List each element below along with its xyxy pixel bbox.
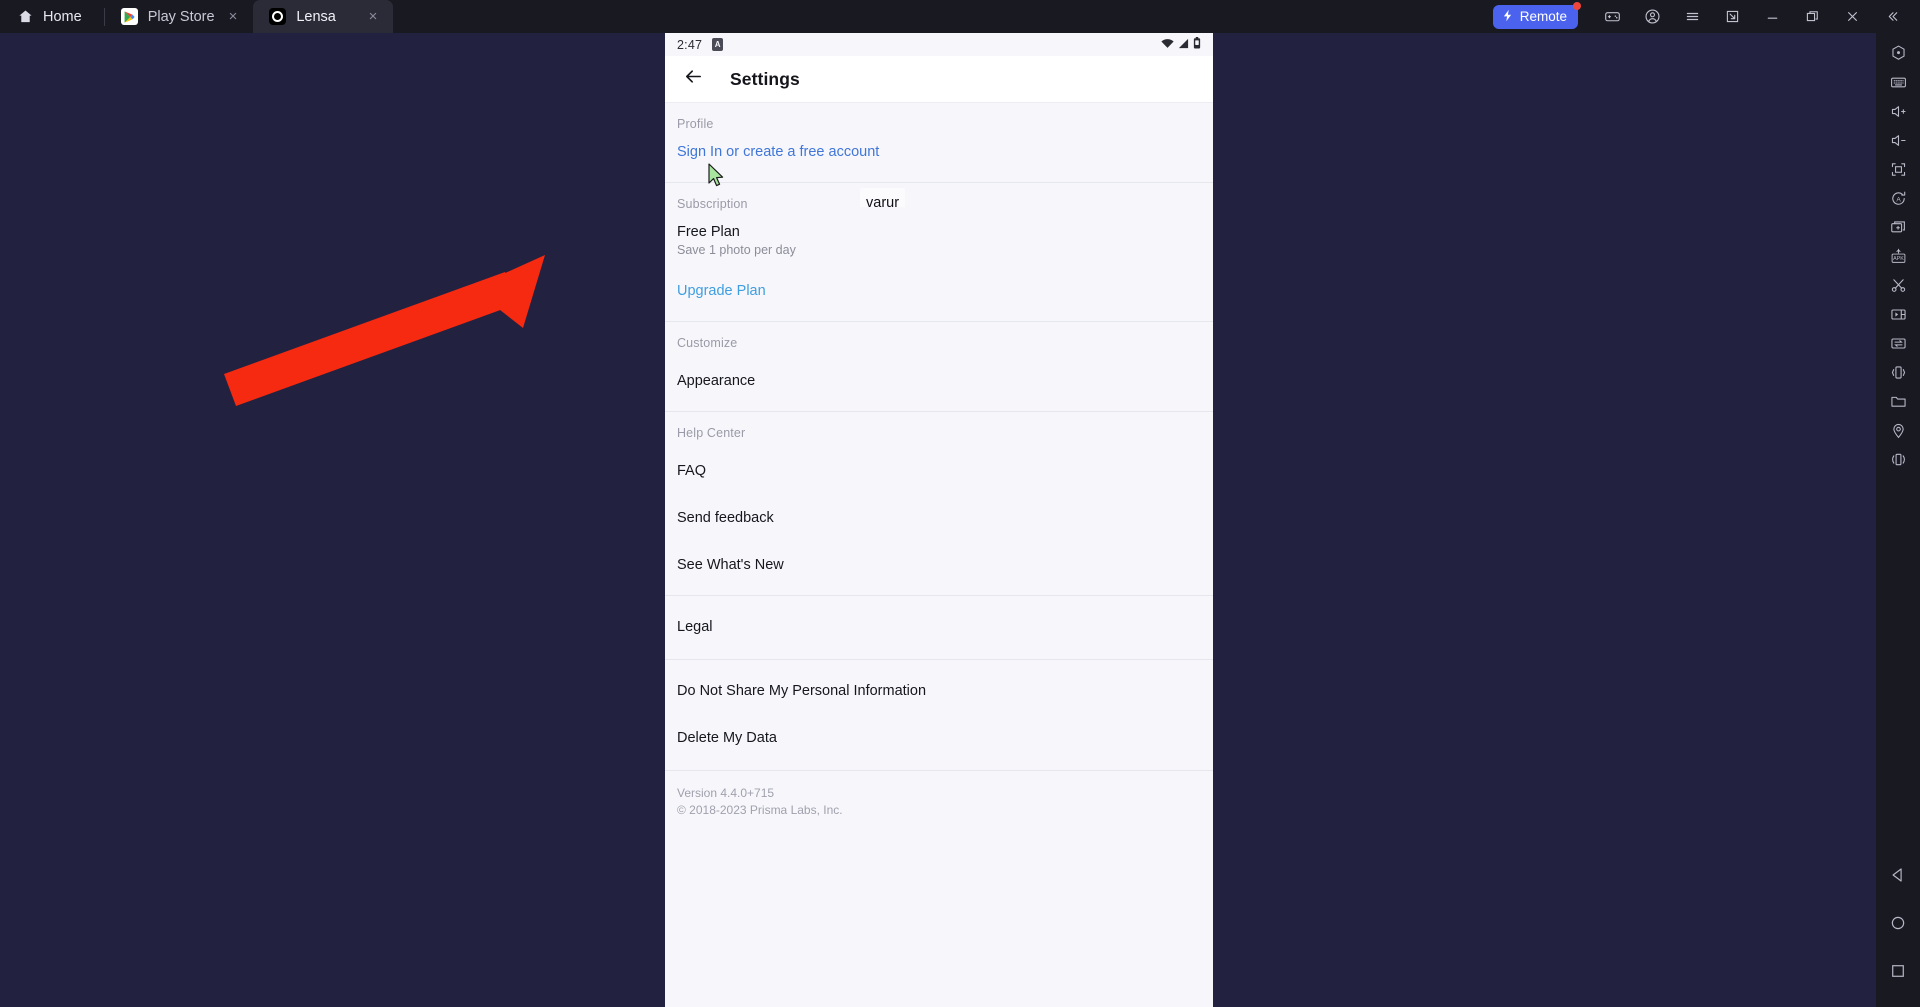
rotate-device-icon[interactable]: [1876, 445, 1920, 474]
scissors-icon[interactable]: [1876, 271, 1920, 300]
home-icon: [18, 9, 33, 24]
lensa-icon: [269, 8, 287, 25]
shake-device-icon[interactable]: [1876, 358, 1920, 387]
section-header-customize: Customize: [677, 336, 738, 350]
settings-gear-icon[interactable]: [1876, 39, 1920, 68]
row-free-plan-label: Free Plan: [677, 224, 740, 240]
phone-screen: 2:47 A Settings Profile Sign In or creat…: [665, 33, 1213, 1007]
section-legal: Legal: [665, 596, 1213, 660]
remote-notification-badge: [1573, 1, 1581, 10]
app-version: Version 4.4.0+715: [677, 786, 775, 800]
android-home-icon[interactable]: [1876, 899, 1920, 947]
remote-button[interactable]: Remote: [1492, 1, 1581, 29]
tab-home-label: Home: [43, 8, 82, 25]
install-apk-icon[interactable]: APK: [1876, 242, 1920, 271]
status-app-badge-icon: A: [712, 38, 724, 51]
row-send-feedback[interactable]: Send feedback: [665, 502, 1213, 534]
tab-lensa-close-icon[interactable]: ×: [365, 7, 382, 26]
play-store-icon: [120, 8, 138, 25]
tab-lensa-label: Lensa: [296, 8, 336, 25]
hover-tooltip: varur: [860, 188, 906, 207]
sync-transfer-icon[interactable]: [1876, 329, 1920, 358]
section-privacy: Do Not Share My Personal Information Del…: [665, 660, 1213, 771]
folder-icon[interactable]: [1876, 387, 1920, 416]
minimize-icon[interactable]: [1752, 0, 1792, 33]
settings-app-bar: Settings: [665, 56, 1213, 103]
android-navigation: [1876, 851, 1920, 1007]
menu-icon[interactable]: [1672, 0, 1712, 33]
section-profile: Profile Sign In or create a free account: [665, 103, 1213, 183]
window-controls: Remote: [1492, 0, 1920, 33]
row-delete-my-data[interactable]: Delete My Data: [665, 722, 1213, 754]
tab-lensa[interactable]: Lensa ×: [253, 0, 394, 33]
tab-play-store-label: Play Store: [147, 8, 215, 25]
maximize-icon[interactable]: [1792, 0, 1832, 33]
section-header-help-center: Help Center: [677, 426, 746, 440]
row-free-plan-sub: Save 1 photo per day: [677, 243, 796, 257]
keyboard-icon[interactable]: [1876, 68, 1920, 97]
section-customize: Customize Appearance: [665, 322, 1213, 412]
collapse-icon[interactable]: [1872, 0, 1912, 33]
status-time: 2:47: [677, 37, 703, 52]
volume-down-icon[interactable]: [1876, 126, 1920, 155]
android-status-bar: 2:47 A: [665, 33, 1213, 56]
row-appearance[interactable]: Appearance: [665, 365, 1213, 397]
row-faq[interactable]: FAQ: [665, 455, 1213, 487]
row-upgrade-plan[interactable]: Upgrade Plan: [665, 275, 1213, 307]
row-legal[interactable]: Legal: [665, 611, 1213, 643]
volume-up-icon[interactable]: [1876, 97, 1920, 126]
section-header-subscription: Subscription: [677, 197, 748, 211]
android-recents-icon[interactable]: [1876, 947, 1920, 995]
screen-record-icon[interactable]: [1876, 300, 1920, 329]
account-icon[interactable]: [1632, 0, 1672, 33]
tab-play-store[interactable]: Play Store ×: [105, 0, 254, 33]
battery-icon: [1193, 37, 1201, 52]
row-see-whats-new[interactable]: See What's New: [665, 549, 1213, 581]
emulator-stage: 2:47 A Settings Profile Sign In or creat…: [0, 33, 1876, 1007]
auto-rotate-icon[interactable]: A: [1876, 184, 1920, 213]
section-header-profile: Profile: [677, 117, 714, 131]
section-help-center: Help Center FAQ Send feedback See What's…: [665, 412, 1213, 596]
remote-button-label: Remote: [1519, 9, 1567, 24]
app-footer: Version 4.4.0+715 © 2018-2023 Prisma Lab…: [665, 771, 1213, 826]
tab-home[interactable]: Home: [0, 0, 104, 33]
android-back-icon[interactable]: [1876, 851, 1920, 899]
emulator-sidebar: A APK: [1876, 33, 1920, 1007]
popout-icon[interactable]: [1712, 0, 1752, 33]
svg-text:A: A: [1896, 196, 1901, 203]
svg-text:APK: APK: [1893, 256, 1904, 262]
page-title: Settings: [730, 68, 800, 89]
gamepad-icon[interactable]: [1592, 0, 1632, 33]
app-copyright: © 2018-2023 Prisma Labs, Inc.: [677, 803, 843, 818]
row-sign-in[interactable]: Sign In or create a free account: [665, 136, 1213, 168]
row-free-plan[interactable]: Free Plan Save 1 photo per day: [665, 216, 1213, 265]
row-do-not-share[interactable]: Do Not Share My Personal Information: [665, 675, 1213, 707]
add-screenshot-icon[interactable]: [1876, 213, 1920, 242]
signal-icon: [1178, 38, 1189, 52]
wifi-icon: [1161, 38, 1174, 52]
tab-play-store-close-icon[interactable]: ×: [225, 7, 242, 26]
status-indicators: [1161, 37, 1201, 52]
back-arrow-icon[interactable]: [683, 66, 704, 92]
location-pin-icon[interactable]: [1876, 416, 1920, 445]
fullscreen-icon[interactable]: [1876, 155, 1920, 184]
close-window-icon[interactable]: [1832, 0, 1872, 33]
bolt-icon: [1501, 9, 1514, 25]
section-subscription: Subscription Free Plan Save 1 photo per …: [665, 183, 1213, 322]
window-tab-bar: Home Play Store × Lensa × Remote: [0, 0, 1920, 33]
